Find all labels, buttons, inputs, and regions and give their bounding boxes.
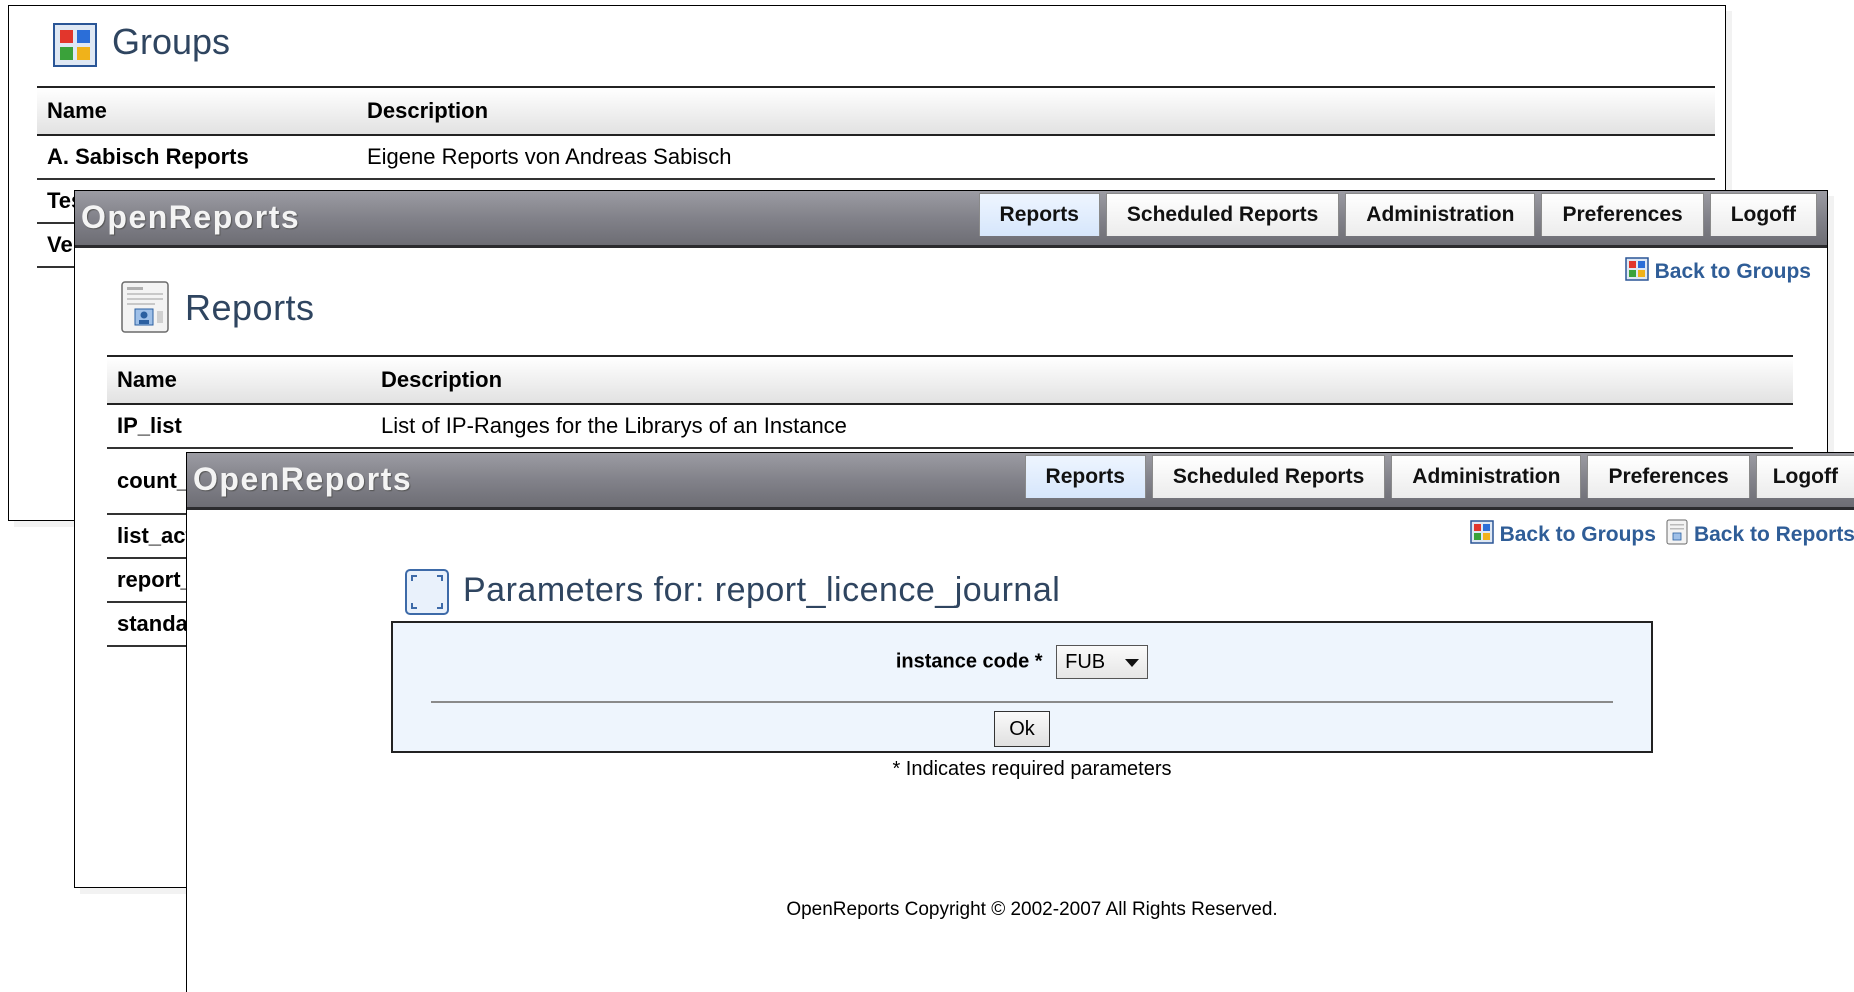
parameters-icon [405, 569, 449, 620]
report-name-link[interactable]: IP_list [107, 404, 371, 449]
column-header-name: Name [37, 86, 357, 136]
column-header-description: Description [371, 355, 1793, 405]
copyright-footer: OpenReports Copyright © 2002-2007 All Ri… [786, 899, 1278, 920]
tab-administration[interactable]: Administration [1345, 193, 1536, 236]
page-title: Groups [112, 21, 231, 62]
report-description: List of IP-Ranges for the Librarys of an… [371, 404, 1793, 449]
tab-reports[interactable]: Reports [1024, 455, 1146, 498]
instance-code-value: FUB [1065, 651, 1106, 673]
page-title: Reports [185, 287, 315, 328]
app-brand: OpenReports [81, 199, 301, 235]
groups-icon [53, 23, 97, 72]
instance-code-select[interactable]: FUB [1056, 645, 1149, 679]
back-to-groups-label: Back to Groups [1499, 523, 1656, 546]
chevron-down-icon [1125, 659, 1140, 667]
parameters-window: OpenReports Reports Scheduled Reports Ad… [186, 452, 1854, 992]
top-navigation-bar: OpenReports Reports Scheduled Reports Ad… [187, 453, 1854, 510]
tab-logoff[interactable]: Logoff [1709, 193, 1817, 236]
tab-reports[interactable]: Reports [978, 193, 1100, 236]
back-to-reports-label: Back to Reports [1693, 523, 1854, 546]
tab-scheduled-reports[interactable]: Scheduled Reports [1105, 193, 1340, 236]
group-description: Eigene Reports von Andreas Sabisch [357, 135, 1715, 180]
table-row[interactable]: A. Sabisch Reports Eigene Reports von An… [37, 135, 1715, 180]
column-header-name: Name [107, 355, 371, 405]
top-navigation-bar: OpenReports Reports Scheduled Reports Ad… [75, 191, 1827, 248]
table-row[interactable]: IP_list List of IP-Ranges for the Librar… [107, 404, 1793, 449]
groups-icon [1469, 520, 1494, 550]
page-title: Parameters for: report_licence_journal [463, 571, 1061, 609]
tab-logoff[interactable]: Logoff [1755, 455, 1854, 498]
back-to-groups-link[interactable]: Back to Groups [1624, 257, 1811, 287]
parameter-row: instance code * FUB [393, 645, 1651, 679]
group-name-link[interactable]: A. Sabisch Reports [37, 135, 357, 180]
back-to-groups-label: Back to Groups [1654, 260, 1811, 283]
column-header-description: Description [357, 86, 1715, 136]
back-to-groups-link[interactable]: Back to Groups [1469, 520, 1656, 550]
tab-scheduled-reports[interactable]: Scheduled Reports [1151, 455, 1386, 498]
tab-preferences[interactable]: Preferences [1541, 193, 1704, 236]
ok-button[interactable]: Ok [994, 711, 1050, 747]
back-links: Back to Groups [1624, 257, 1811, 287]
app-brand: OpenReports [193, 461, 413, 497]
tab-preferences[interactable]: Preferences [1587, 455, 1750, 498]
main-tabs: Reports Scheduled Reports Administration… [978, 191, 1817, 245]
instance-code-label: instance code * [895, 650, 1043, 673]
reports-icon [121, 281, 169, 338]
required-parameters-note: * Indicates required parameters [892, 758, 1172, 780]
main-tabs: Reports Scheduled Reports Administration… [1024, 453, 1854, 507]
parameters-form: instance code * FUB Ok [391, 621, 1653, 753]
tab-administration[interactable]: Administration [1391, 455, 1582, 498]
back-links: Back to Groups Back to Reports [1469, 519, 1854, 551]
reports-icon [1666, 519, 1688, 551]
groups-icon [1624, 257, 1649, 287]
divider [431, 701, 1613, 703]
back-to-reports-link[interactable]: Back to Reports [1666, 519, 1854, 551]
